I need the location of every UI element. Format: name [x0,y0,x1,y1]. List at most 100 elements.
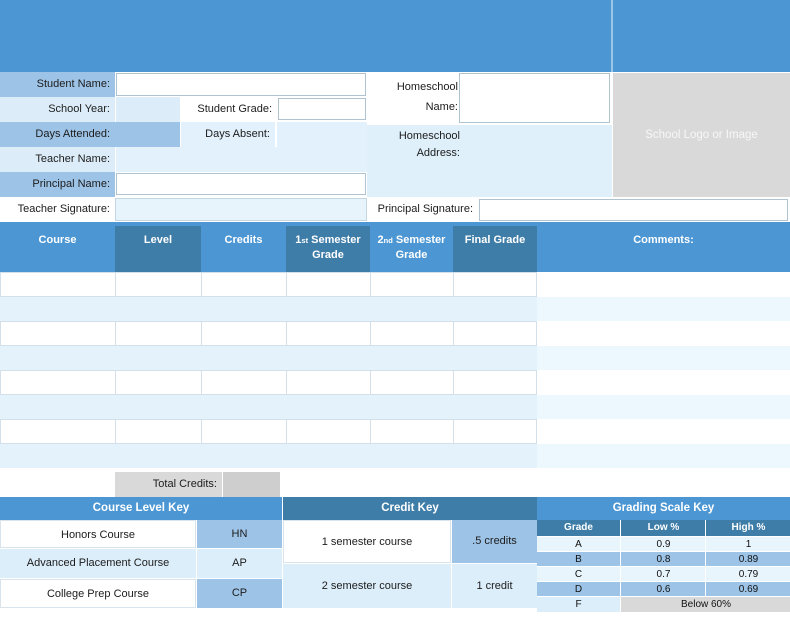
sem1-text: Semester Grade [308,234,361,261]
course-row[interactable] [0,345,537,370]
sem2-grade-cell[interactable] [370,273,454,296]
sem1-grade-cell[interactable] [286,273,371,296]
grading-scale-key-title: Grading Scale Key [537,497,790,520]
high-value: 1 [705,536,790,551]
course-row[interactable] [0,443,537,468]
days-absent-input[interactable] [276,122,367,147]
comments-cell[interactable] [537,272,790,297]
grading-row: C 0.7 0.79 [537,566,790,582]
course-row [0,419,537,444]
course-header: Course [0,226,115,272]
level-cell[interactable] [115,273,202,296]
total-credits-value[interactable] [223,472,280,497]
credit-key-name: 1 semester course [283,520,451,563]
principal-signature-label: Principal Signature: [368,197,478,222]
sem1-grade-header: 1st Semester Grade [286,226,370,272]
level-cell[interactable] [115,322,202,345]
final-grade-cell[interactable] [453,371,536,394]
student-name-label: Student Name: [0,72,115,97]
homeschool-name-label: Homeschool Name: [370,72,458,122]
sem2-grade-cell[interactable] [370,371,454,394]
low-column-header: Low % [620,520,706,536]
homeschool-name-input[interactable] [459,73,610,123]
credit-key-title: Credit Key [283,497,537,520]
course-level-code: HN [197,520,282,548]
course-level-name: Advanced Placement Course [0,549,196,578]
credits-header: Credits [201,226,286,272]
low-value: 0.8 [620,551,706,566]
comments-cell[interactable] [537,394,790,419]
days-attended-cell[interactable]: Days Attended: [0,122,180,147]
sem1-grade-cell[interactable] [286,371,371,394]
sem2-grade-cell[interactable] [370,420,454,443]
principal-name-input[interactable] [116,173,366,195]
sem2-grade-cell[interactable] [370,322,454,345]
comments-cell[interactable] [537,419,790,444]
sem2-grade-header: 2nd Semester Grade [370,226,453,272]
credits-cell[interactable] [201,322,287,345]
course-level-key-title: Course Level Key [0,497,282,520]
sem2-text: Semester Grade [392,234,446,261]
final-grade-cell[interactable] [453,273,536,296]
teacher-signature-input[interactable] [115,198,367,221]
high-value: 0.79 [705,566,790,581]
final-grade-cell[interactable] [453,322,536,345]
grading-row: A 0.9 1 [537,536,790,552]
comments-cell[interactable] [537,296,790,321]
report-card-page: Student Name: School Year: Student Grade… [0,0,790,620]
final-grade-header: Final Grade [453,226,537,272]
grading-row: F Below 60% [537,596,790,612]
course-level-name: Honors Course [0,520,196,548]
high-value: 0.89 [705,551,790,566]
final-grade-cell[interactable] [453,420,536,443]
course-level-code: AP [197,549,282,578]
teacher-name-input[interactable] [116,147,367,172]
credits-cell[interactable] [201,420,287,443]
principal-signature-input[interactable] [479,199,788,221]
level-cell[interactable] [115,420,202,443]
title-banner [0,0,790,72]
grade-value: A [575,538,582,550]
grading-row: D 0.6 0.69 [537,581,790,597]
banner-divider [611,0,613,72]
school-year-input[interactable] [116,97,180,122]
comments-cell[interactable] [537,321,790,346]
course-level-name: College Prep Course [0,579,196,608]
comments-cell[interactable] [537,345,790,370]
comments-cell[interactable] [537,370,790,395]
days-attended-label: Days Attended: [35,128,110,140]
sem1-grade-cell[interactable] [286,420,371,443]
course-row [0,272,537,297]
sem1-grade-cell[interactable] [286,322,371,345]
grading-scale-columns: Grade Low % High % [537,520,790,536]
low-value: 0.9 [620,536,706,551]
days-absent-label: Days Absent: [181,122,275,147]
course-row [0,321,537,346]
course-row[interactable] [0,296,537,321]
course-cell[interactable] [1,322,116,345]
student-grade-input[interactable] [278,98,366,120]
credits-cell[interactable] [201,371,287,394]
course-cell[interactable] [1,420,116,443]
course-row [0,370,537,395]
grade-value: B [575,553,582,565]
high-column-header: High % [705,520,790,536]
course-cell[interactable] [1,273,116,296]
low-value: 0.7 [620,566,706,581]
level-header: Level [115,226,201,272]
student-grade-label: Student Grade: [181,97,277,122]
level-cell[interactable] [115,371,202,394]
grade-value: C [574,568,583,580]
principal-name-label: Principal Name: [0,172,115,197]
course-row[interactable] [0,394,537,419]
credits-cell[interactable] [201,273,287,296]
comments-cell[interactable] [537,443,790,468]
teacher-signature-label: Teacher Signature: [0,197,115,222]
student-name-input[interactable] [116,73,366,96]
credit-key-name: 2 semester course [283,564,451,608]
comments-header: Comments: [537,226,790,272]
course-cell[interactable] [1,371,116,394]
high-value: 0.69 [705,581,790,596]
school-logo-placeholder[interactable]: School Logo or Image [613,73,790,197]
grade-value: F [537,596,620,612]
